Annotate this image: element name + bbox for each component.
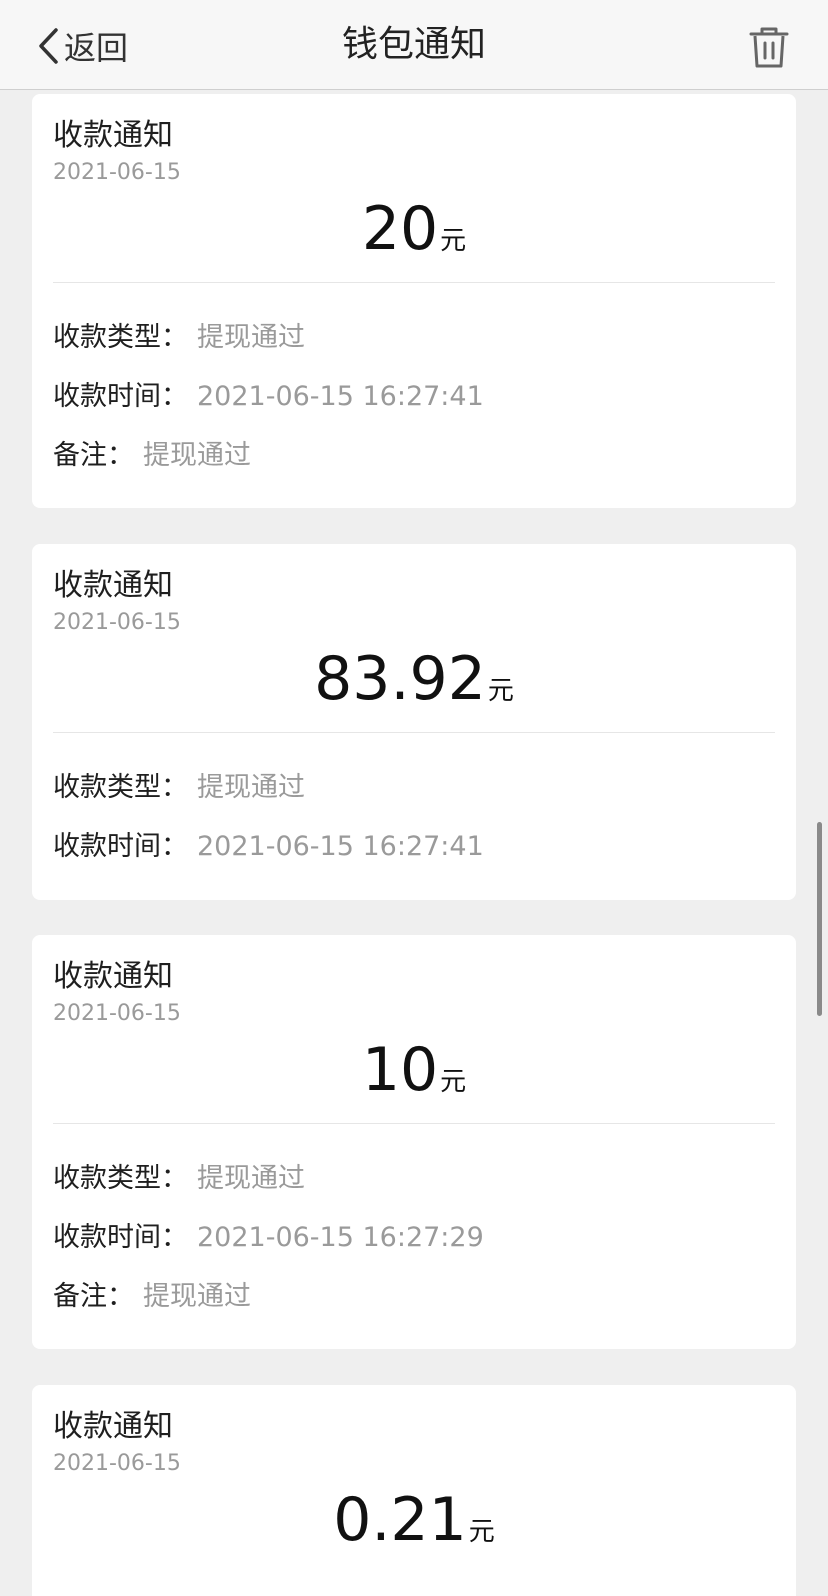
scrollbar[interactable] [817,822,822,1016]
divider [53,282,775,283]
card-date: 2021-06-15 [53,160,181,185]
amount-value: 0.21 [333,1485,467,1555]
amount-unit: 元 [440,1067,467,1097]
notification-card[interactable]: 收款通知 2021-06-15 20元 收款类型： 提现通过 收款时间： 2021-… [32,94,796,508]
receipt-time-label: 收款时间： [53,1222,188,1253]
note-value: 提现通过 [143,1281,251,1312]
note-row: 备注： 提现通过 [53,1277,251,1317]
card-title: 收款通知 [53,959,173,994]
receipt-type-label: 收款类型： [53,772,188,803]
note-label: 备注： [53,440,134,471]
receipt-time-row: 收款时间： 2021-06-15 16:27:41 [53,827,484,867]
receipt-time-value: 2021-06-15 16:27:29 [197,1222,484,1253]
receipt-type-row: 收款类型： 提现通过 [53,1159,305,1199]
card-title: 收款通知 [53,568,173,603]
page-title: 钱包通知 [341,24,486,65]
receipt-time-value: 2021-06-15 16:27:41 [197,381,484,412]
trash-icon[interactable] [748,24,790,70]
amount-unit: 元 [468,1517,495,1547]
receipt-type-value: 提现通过 [197,322,305,353]
note-row: 备注： 提现通过 [53,436,251,476]
notification-card[interactable]: 收款通知 2021-06-15 0.21元 [32,1385,796,1596]
receipt-type-row: 收款类型： 提现通过 [53,318,305,358]
notification-card[interactable]: 收款通知 2021-06-15 10元 收款类型： 提现通过 收款时间： 2021-… [32,935,796,1349]
receipt-time-row: 收款时间： 2021-06-15 16:27:41 [53,377,484,417]
card-date: 2021-06-15 [53,1001,181,1026]
amount-row: 83.92元 [32,644,796,714]
card-title: 收款通知 [53,1409,173,1444]
receipt-type-row: 收款类型： 提现通过 [53,768,305,808]
nav-bar: 返回 钱包通知 [0,0,828,90]
receipt-time-value: 2021-06-15 16:27:41 [197,831,484,862]
receipt-type-label: 收款类型： [53,1163,188,1194]
receipt-type-label: 收款类型： [53,322,188,353]
receipt-time-row: 收款时间： 2021-06-15 16:27:29 [53,1218,484,1258]
amount-row: 20元 [32,194,796,264]
card-date: 2021-06-15 [53,610,181,635]
card-title: 收款通知 [53,118,173,153]
amount-value: 83.92 [314,644,486,714]
amount-value: 10 [361,1035,439,1105]
card-date: 2021-06-15 [53,1451,181,1476]
amount-unit: 元 [440,226,467,256]
receipt-time-label: 收款时间： [53,831,188,862]
divider [53,1123,775,1124]
receipt-type-value: 提现通过 [197,772,305,803]
receipt-type-value: 提现通过 [197,1163,305,1194]
amount-row: 0.21元 [32,1485,796,1555]
note-label: 备注： [53,1281,134,1312]
amount-value: 20 [361,194,439,264]
notification-list[interactable]: 收款通知 2021-06-15 20元 收款类型： 提现通过 收款时间： 2021-… [0,90,828,1596]
notification-card[interactable]: 收款通知 2021-06-15 83.92元 收款类型： 提现通过 收款时间： 20… [32,544,796,900]
receipt-time-label: 收款时间： [53,381,188,412]
amount-unit: 元 [487,676,514,706]
note-value: 提现通过 [143,440,251,471]
amount-row: 10元 [32,1035,796,1105]
divider [53,732,775,733]
